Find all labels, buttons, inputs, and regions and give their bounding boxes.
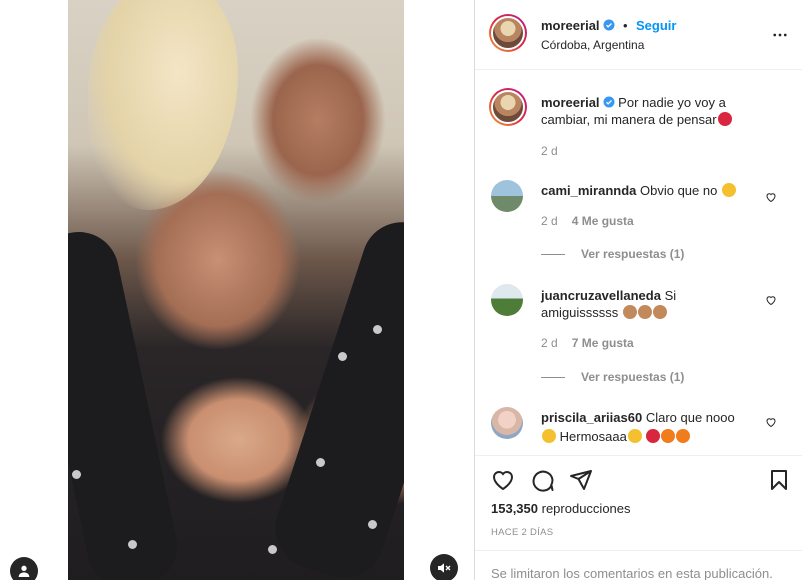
author-username[interactable]: moreerial <box>541 18 600 33</box>
video-frame-detail <box>68 224 185 580</box>
commenter-avatar[interactable] <box>491 180 523 212</box>
post-actions: 153,350 reproducciones HACE 2 DÍAS Se li… <box>475 455 802 580</box>
post-side-panel: moreerial • Seguir Córdoba, Argentina mo… <box>474 0 802 580</box>
video-frame-detail <box>128 540 137 549</box>
media-area <box>0 0 474 580</box>
like-comment-heart-icon[interactable] <box>765 416 777 428</box>
commenter-avatar[interactable] <box>491 284 523 316</box>
video-frame-detail <box>265 211 404 580</box>
comment-likes[interactable]: 7 Me gusta <box>572 336 634 350</box>
verified-badge-icon <box>603 19 615 31</box>
speaker-muted-icon <box>438 563 451 573</box>
comment-bubble-icon[interactable] <box>531 468 555 492</box>
verified-badge-icon <box>603 96 615 108</box>
post-video[interactable] <box>68 0 404 580</box>
instagram-post-modal: moreerial • Seguir Córdoba, Argentina mo… <box>0 0 802 580</box>
comment-text-continued: Hermosaaa <box>559 429 627 444</box>
comment-text-block: cami_mirannda Obvio que no <box>541 182 761 199</box>
video-frame-detail <box>368 520 377 529</box>
video-frame-detail <box>88 0 238 210</box>
caption-age: 2 d <box>541 144 558 158</box>
author-line: moreerial • Seguir <box>541 17 676 35</box>
share-paper-plane-icon[interactable] <box>569 468 593 492</box>
clap-emoji-icon <box>622 305 637 319</box>
view-replies-button[interactable]: Ver respuestas (1) <box>541 247 684 261</box>
like-comment-heart-icon[interactable] <box>765 294 777 306</box>
follow-button[interactable]: Seguir <box>636 18 676 33</box>
mute-button[interactable] <box>430 554 458 580</box>
post-header: moreerial • Seguir Córdoba, Argentina <box>475 0 802 70</box>
like-heart-icon[interactable] <box>491 468 515 492</box>
fire-emoji-icon <box>661 429 676 443</box>
devil-emoji-icon <box>717 112 732 126</box>
post-date[interactable]: HACE 2 DÍAS <box>491 527 553 538</box>
comment-username[interactable]: cami_mirannda <box>541 183 636 198</box>
author-avatar[interactable] <box>489 14 527 52</box>
comment-username[interactable]: juancruzavellaneda <box>541 288 661 303</box>
comment-text-block: priscila_ariias60 Claro que nooo Hermosa… <box>541 409 761 445</box>
like-comment-heart-icon[interactable] <box>765 191 777 203</box>
star-struck-emoji-icon <box>627 429 642 443</box>
replies-divider <box>541 376 565 378</box>
caption-avatar[interactable] <box>489 88 527 126</box>
star-struck-emoji-icon <box>721 183 736 197</box>
devil-emoji-icon <box>646 429 661 443</box>
video-frame-detail <box>72 470 81 479</box>
clap-emoji-icon <box>637 305 652 319</box>
comment-meta: 2 d 7 Me gusta <box>541 336 634 350</box>
post-location[interactable]: Córdoba, Argentina <box>541 38 644 52</box>
views-label: reproducciones <box>541 501 631 516</box>
comment-age: 2 d <box>541 214 558 228</box>
replies-divider <box>541 253 565 255</box>
commenter-avatar[interactable] <box>491 407 523 439</box>
comments-list: moreerial Por nadie yo voy a cambiar, mi… <box>475 70 802 455</box>
user-icon <box>18 565 30 577</box>
comment-text-block: juancruzavellaneda Si amiguissssss <box>541 287 756 321</box>
view-replies-button[interactable]: Ver respuestas (1) <box>541 370 684 384</box>
comment-text: Obvio que no <box>640 183 718 198</box>
header-separator: • <box>623 18 628 33</box>
comment-age: 2 d <box>541 336 558 350</box>
video-frame-detail <box>373 325 382 334</box>
views-number: 153,350 <box>491 501 538 516</box>
comment-meta: 2 d 4 Me gusta <box>541 214 634 228</box>
view-replies-label: Ver respuestas (1) <box>581 370 685 384</box>
caption-text-block: moreerial Por nadie yo voy a cambiar, mi… <box>541 94 771 128</box>
comment-likes[interactable]: 4 Me gusta <box>572 214 634 228</box>
video-frame-detail <box>338 352 347 361</box>
video-frame-detail <box>268 545 277 554</box>
caption-username[interactable]: moreerial <box>541 95 600 110</box>
star-struck-emoji-icon <box>542 429 556 443</box>
comments-limited-notice: Se limitaron los comentarios en esta pub… <box>475 550 802 580</box>
video-frame-detail <box>316 458 325 467</box>
fire-emoji-icon <box>676 429 691 443</box>
clap-emoji-icon <box>652 305 667 319</box>
comment-text: Claro que nooo <box>645 410 735 425</box>
more-options-icon[interactable] <box>771 26 789 44</box>
save-bookmark-icon[interactable] <box>767 468 791 492</box>
tagged-user-button[interactable] <box>10 557 38 580</box>
comment-username[interactable]: priscila_ariias60 <box>541 410 642 425</box>
view-replies-label: Ver respuestas (1) <box>581 247 685 261</box>
views-count: 153,350 reproducciones <box>491 501 631 516</box>
